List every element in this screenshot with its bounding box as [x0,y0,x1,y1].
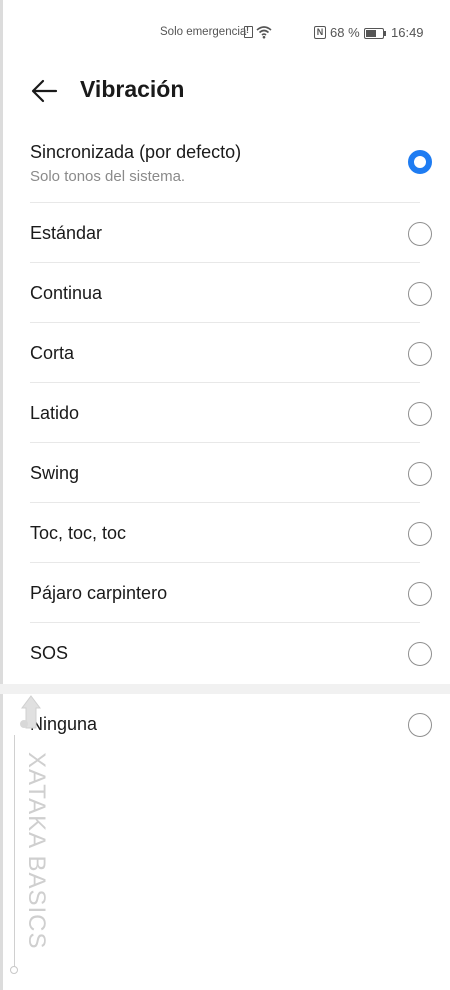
option-corta[interactable]: Corta [0,323,450,383]
option-label: Continua [30,283,103,303]
option-label: Pájaro carpintero [30,583,168,603]
battery-percent: 68 % [330,25,360,40]
watermark-line [14,735,15,967]
radio-unselected[interactable] [408,402,432,426]
radio-unselected[interactable] [408,582,432,606]
watermark-logo-icon [18,694,44,739]
status-bar: Solo emergencia N 68 % 16:49 [0,22,450,44]
option-label: SOS [30,643,69,663]
option-label: Corta [30,343,75,363]
radio-unselected[interactable] [408,713,432,737]
option-label: Toc, toc, toc [30,523,127,543]
radio-unselected[interactable] [408,342,432,366]
option-label: Swing [30,463,80,483]
radio-unselected[interactable] [408,642,432,666]
option-toc-toc-toc[interactable]: Toc, toc, toc [0,503,450,563]
radio-unselected[interactable] [408,282,432,306]
back-button[interactable] [28,74,62,108]
option-ninguna[interactable]: Ninguna [0,694,450,754]
watermark-dot [10,966,18,974]
option-sos[interactable]: SOS [0,623,450,683]
option-label: Latido [30,403,80,423]
option-label: Estándar [30,223,103,243]
section-separator [0,684,450,694]
option-latido[interactable]: Latido [0,383,450,443]
radio-unselected[interactable] [408,222,432,246]
option-continua[interactable]: Continua [0,263,450,323]
radio-unselected[interactable] [408,522,432,546]
watermark-text: XATAKA BASICS [23,752,50,950]
page-title: Vibración [80,76,185,102]
arrow-left-icon [31,79,58,103]
option-swing[interactable]: Swing [0,443,450,503]
nfc-icon: N [314,26,326,39]
option-sincronizada[interactable]: Sincronizada (por defecto) Solo tonos de… [0,130,450,203]
wifi-icon [256,25,272,42]
header: Vibración [0,70,450,110]
clock: 16:49 [391,25,424,40]
option-estandar[interactable]: Estándar [0,203,450,263]
option-label: Sincronizada (por defecto) [30,142,242,162]
radio-unselected[interactable] [408,462,432,486]
battery-tip [384,31,386,36]
radio-selected[interactable] [408,150,432,174]
sim-alert-icon [244,25,253,38]
vibration-options-list: Sincronizada (por defecto) Solo tonos de… [0,130,450,754]
option-subtitle: Solo tonos del sistema. [30,168,186,185]
battery-fill [366,30,376,37]
option-pajaro-carpintero[interactable]: Pájaro carpintero [0,563,450,623]
emergency-status-text: Solo emergencia [160,26,247,38]
screen: Solo emergencia N 68 % 16:49 Vibración S… [0,0,450,990]
battery-icon [364,28,384,39]
